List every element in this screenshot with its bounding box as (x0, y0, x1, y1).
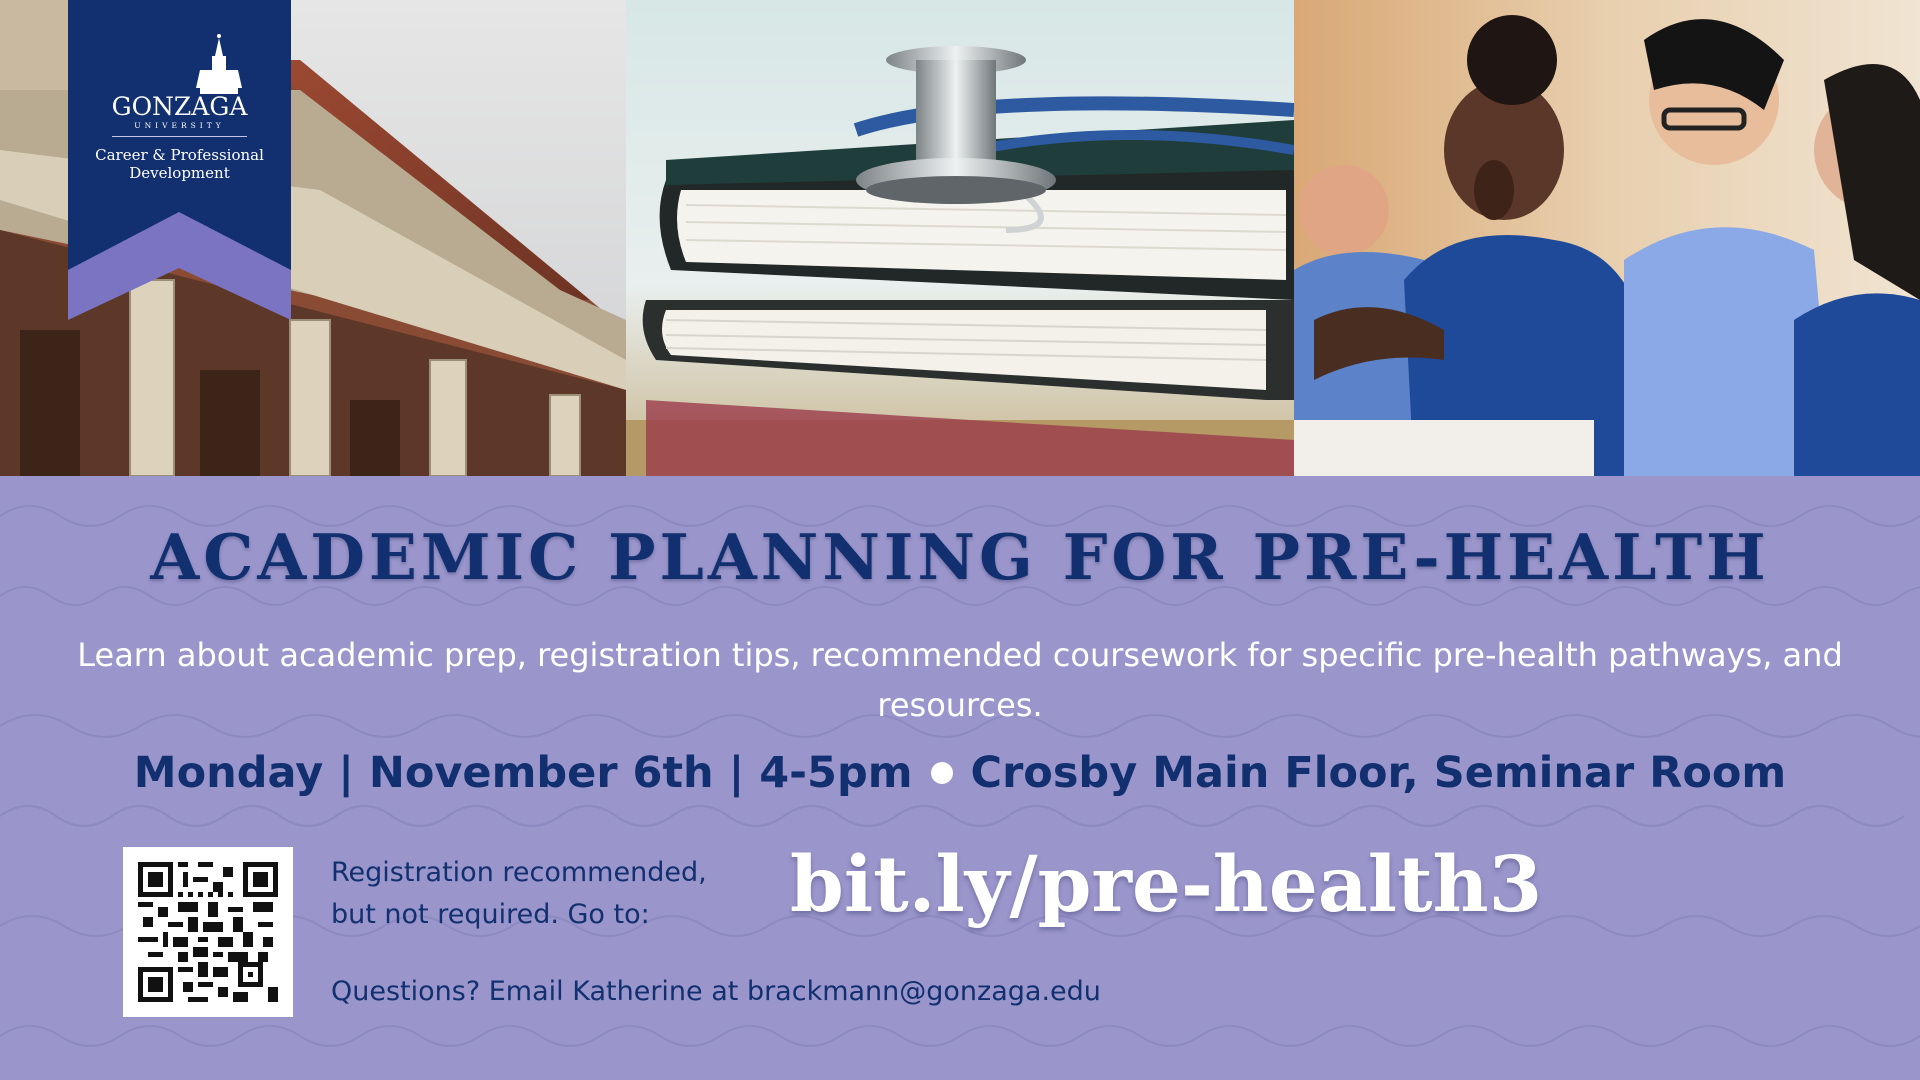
stethoscope-books-photo (626, 0, 1294, 476)
students-in-scrubs-photo (1294, 0, 1920, 476)
gonzaga-logo-banner: GONZAGA UNIVERSITY Career & Professional… (68, 0, 291, 320)
event-description: Learn about academic prep, registration … (77, 636, 1843, 724)
event-details-panel: ACADEMIC PLANNING FOR PRE-HEALTH Learn a… (0, 476, 1920, 1080)
event-location: Crosby Main Floor, Seminar Room (970, 748, 1787, 798)
logo-wordmark: GONZAGA (111, 92, 248, 121)
event-title: ACADEMIC PLANNING FOR PRE-HEALTH (150, 520, 1770, 594)
bullet-separator (930, 761, 953, 784)
logo-university: UNIVERSITY (134, 121, 225, 130)
event-flyer: GONZAGA UNIVERSITY Career & Professional… (0, 0, 1920, 1080)
contact-info: Questions? Email Katherine at brackmann@… (331, 976, 1101, 1007)
registration-qr-code[interactable] (123, 847, 293, 1017)
registration-link[interactable]: bit.ly/pre-health3 (790, 840, 1542, 930)
event-date-time: Monday | November 6th | 4-5pm (133, 748, 913, 798)
registration-note: Registration recommended, but not requir… (331, 857, 707, 930)
logo-department: Career & Professional Development (95, 146, 264, 182)
logo-divider (112, 136, 247, 137)
event-when-where: Monday | November 6th | 4-5pm Crosby Main… (0, 748, 1920, 798)
